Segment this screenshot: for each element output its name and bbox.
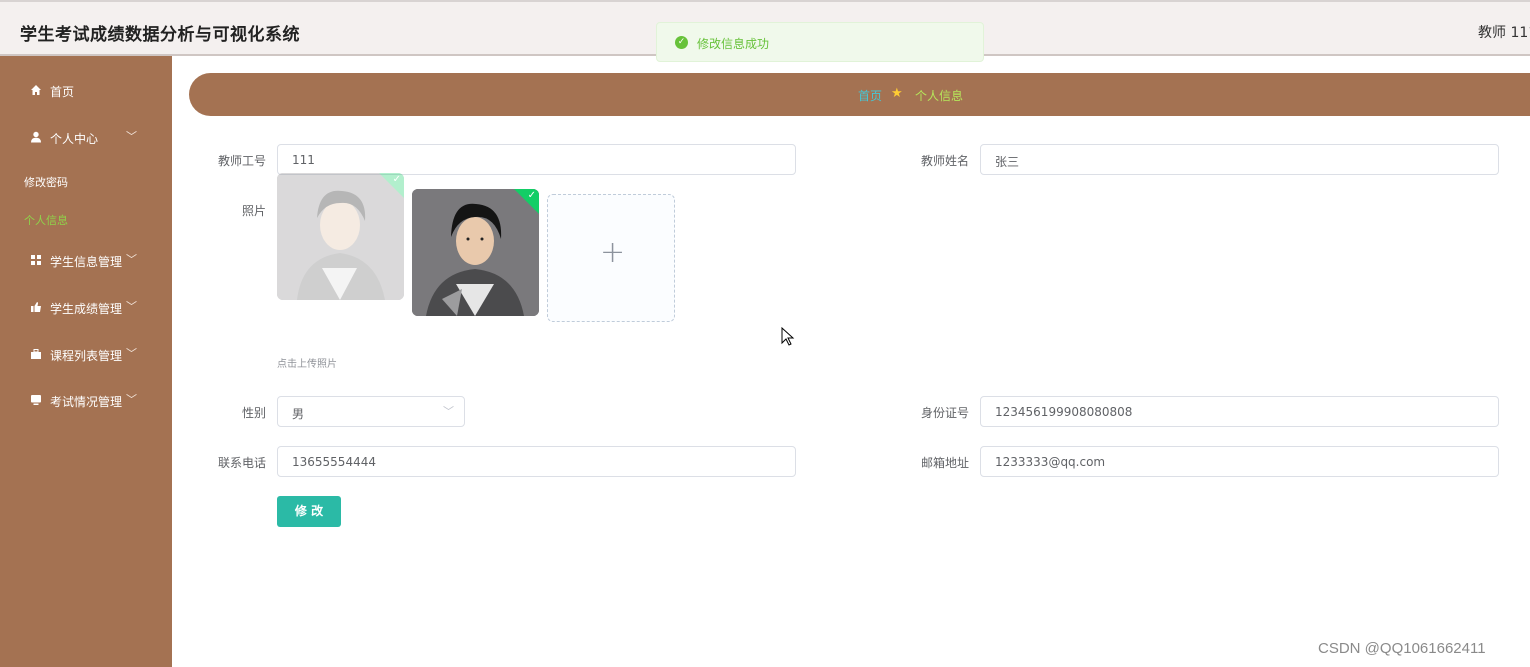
- breadcrumb: 首页 ★ 个人信息: [189, 73, 1530, 116]
- teacher-name-label: 教师姓名: [920, 154, 969, 168]
- user-icon: [31, 131, 41, 143]
- grid-icon: [31, 255, 41, 265]
- portrait-image: [412, 189, 539, 316]
- phone-field[interactable]: 13655554444: [277, 446, 796, 477]
- success-toast: ✓ 修改信息成功: [656, 22, 984, 62]
- id-card-label: 身份证号: [920, 406, 969, 420]
- sidebar-subitem-change-password[interactable]: 修改密码: [24, 174, 68, 190]
- sidebar-item-course-list[interactable]: 课程列表管理 ﹀: [0, 340, 172, 370]
- monitor-icon: [31, 395, 41, 405]
- breadcrumb-current: 个人信息: [915, 89, 964, 103]
- gender-label: 性别: [241, 406, 266, 420]
- teacher-id-label: 教师工号: [217, 154, 266, 168]
- sidebar-item-label: 学生信息管理: [50, 255, 123, 269]
- sidebar-item-label: 学生成绩管理: [50, 302, 123, 316]
- mouse-cursor-icon: [781, 327, 795, 346]
- id-card-field[interactable]: 123456199908080808: [980, 396, 1499, 427]
- chevron-down-icon: ﹀: [126, 300, 137, 313]
- sidebar-item-label: 课程列表管理: [50, 349, 123, 363]
- briefcase-icon: [31, 349, 41, 359]
- plus-icon: +: [600, 235, 626, 270]
- chevron-down-icon: ﹀: [126, 393, 137, 406]
- sidebar-item-student-info[interactable]: 学生信息管理 ﹀: [0, 246, 172, 276]
- sidebar-item-student-scores[interactable]: 学生成绩管理 ﹀: [0, 293, 172, 323]
- submit-button[interactable]: 修 改: [277, 496, 341, 527]
- check-icon: ✓: [392, 174, 401, 185]
- thumb-icon: [31, 302, 41, 312]
- phone-label: 联系电话: [217, 456, 266, 470]
- sidebar: 首页 个人中心 ﹀ 修改密码 个人信息 学生信息管理 ﹀ 学生成绩管理 ﹀ 课程…: [0, 56, 172, 667]
- upload-photo-button[interactable]: +: [547, 194, 675, 322]
- upload-tip: 点击上传照片: [277, 359, 337, 370]
- check-icon: ✓: [527, 190, 536, 201]
- breadcrumb-home-link[interactable]: 首页: [858, 87, 882, 104]
- chevron-down-icon: ﹀: [443, 405, 454, 418]
- uploaded-photo-1[interactable]: ✓: [277, 173, 404, 300]
- gender-select[interactable]: 男 ﹀: [277, 396, 465, 427]
- chevron-down-icon: ﹀: [126, 253, 137, 266]
- email-label: 邮箱地址: [920, 456, 969, 470]
- app-title: 学生考试成绩数据分析与可视化系统: [20, 25, 300, 45]
- sidebar-subitem-personal-info[interactable]: 个人信息: [24, 212, 68, 228]
- watermark: CSDN @QQ1061662411: [1318, 640, 1486, 657]
- toast-message: 修改信息成功: [697, 37, 770, 51]
- sidebar-item-label: 个人中心: [50, 132, 99, 146]
- sidebar-item-home[interactable]: 首页: [0, 76, 172, 106]
- teacher-name-field[interactable]: 张三: [980, 144, 1499, 175]
- uploaded-photo-2[interactable]: ✓: [412, 189, 539, 316]
- star-icon: ★: [891, 86, 903, 101]
- sidebar-item-exam-status[interactable]: 考试情况管理 ﹀: [0, 386, 172, 416]
- teacher-id-field[interactable]: 111: [277, 144, 796, 175]
- chevron-down-icon: ﹀: [126, 347, 137, 360]
- current-user[interactable]: 教师 111: [1478, 22, 1530, 42]
- photo-label: 照片: [241, 204, 266, 218]
- sidebar-item-label: 首页: [50, 85, 75, 99]
- sidebar-item-label: 考试情况管理: [50, 395, 123, 409]
- home-icon: [31, 85, 41, 95]
- sidebar-item-personal-center[interactable]: 个人中心 ﹀: [0, 123, 172, 153]
- email-field[interactable]: 1233333@qq.com: [980, 446, 1499, 477]
- portrait-image: [277, 173, 404, 300]
- gender-value: 男: [292, 407, 305, 421]
- chevron-down-icon: ﹀: [126, 130, 137, 143]
- success-check-icon: ✓: [675, 36, 688, 49]
